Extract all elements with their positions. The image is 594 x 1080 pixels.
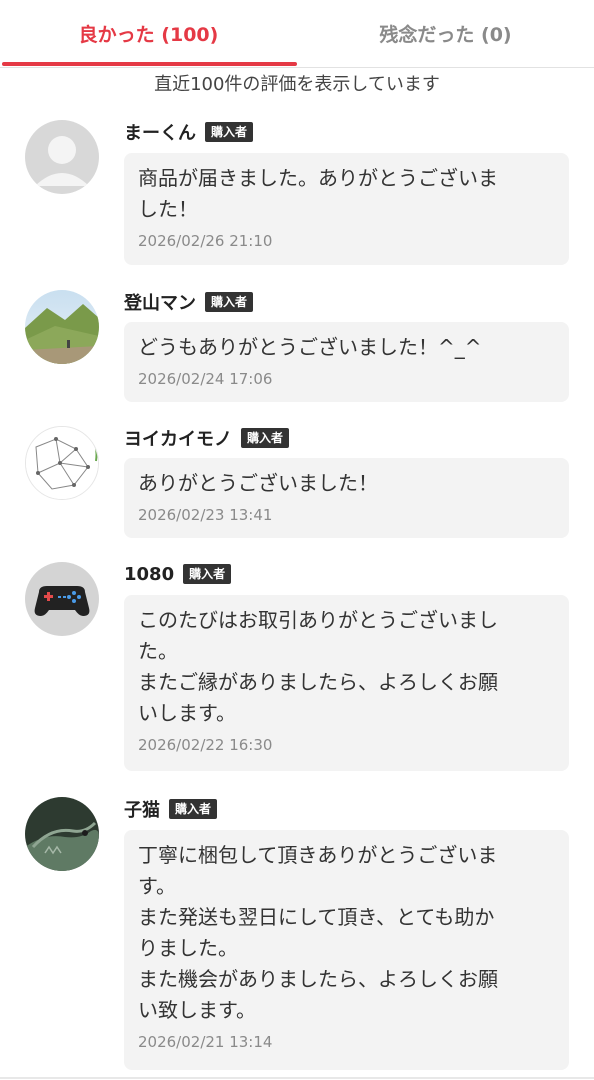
reviewer-row: ヨイカイモノ 購入者 bbox=[124, 425, 290, 451]
reviewer-name[interactable]: 1080 bbox=[124, 564, 174, 585]
review-bubble: どうもありがとうございました！^_^ 2026/02/24 17:06 bbox=[124, 322, 569, 402]
reviewer-name[interactable]: まーくん bbox=[124, 119, 196, 145]
review-message: 商品が届きました。ありがとうございま した！ bbox=[138, 166, 498, 221]
review-bubble: 丁寧に梱包して頂きありがとうございま す。 また発送も翌日にして頂き、とても助か… bbox=[124, 830, 569, 1070]
review-tabs: 良かった (100) 残念だった (0) bbox=[0, 0, 594, 68]
reviewer-name[interactable]: 登山マン bbox=[124, 289, 196, 315]
reviewer-name[interactable]: 子猫 bbox=[124, 796, 160, 822]
review-bubble: このたびはお取引ありがとうございまし た。 またご縁がありましたら、よろしくお願… bbox=[124, 595, 569, 771]
review-message: どうもありがとうございました！^_^ bbox=[138, 335, 482, 359]
review-date: 2026/02/26 21:10 bbox=[138, 232, 273, 250]
reviewer-row: まーくん 購入者 bbox=[124, 119, 254, 145]
active-tab-indicator bbox=[2, 62, 297, 66]
buyer-badge: 購入者 bbox=[241, 428, 290, 448]
reviewer-row: 1080 購入者 bbox=[124, 562, 232, 586]
tab-bad[interactable]: 残念だった (0) bbox=[297, 0, 594, 66]
buyer-badge: 購入者 bbox=[205, 122, 254, 142]
review-date: 2026/02/22 16:30 bbox=[138, 736, 273, 754]
default-user-icon[interactable] bbox=[25, 120, 99, 194]
network-sketch-avatar[interactable] bbox=[25, 426, 99, 500]
review-date: 2026/02/23 13:41 bbox=[138, 506, 273, 524]
review-message: このたびはお取引ありがとうございまし た。 またご縁がありましたら、よろしくお願… bbox=[138, 608, 498, 725]
reviewer-row: 子猫 購入者 bbox=[124, 796, 218, 822]
reviewer-name[interactable]: ヨイカイモノ bbox=[124, 425, 232, 451]
list-divider bbox=[0, 1077, 594, 1079]
review-bubble: 商品が届きました。ありがとうございま した！ 2026/02/26 21:10 bbox=[124, 153, 569, 265]
iguana-photo-avatar[interactable] bbox=[25, 797, 99, 871]
review-message: ありがとうございました！ bbox=[138, 471, 378, 495]
review-date: 2026/02/21 13:14 bbox=[138, 1033, 273, 1051]
reviewer-row: 登山マン 購入者 bbox=[124, 289, 254, 315]
mountain-photo-avatar[interactable] bbox=[25, 290, 99, 364]
review-count-notice: 直近100件の評価を表示しています bbox=[154, 74, 440, 95]
gamepad-icon[interactable] bbox=[25, 562, 99, 636]
buyer-badge: 購入者 bbox=[169, 799, 218, 819]
review-bubble: ありがとうございました！ 2026/02/23 13:41 bbox=[124, 458, 569, 538]
buyer-badge: 購入者 bbox=[183, 564, 232, 584]
review-message: 丁寧に梱包して頂きありがとうございま す。 また発送も翌日にして頂き、とても助か… bbox=[138, 843, 498, 1022]
tab-good[interactable]: 良かった (100) bbox=[0, 0, 297, 66]
review-date: 2026/02/24 17:06 bbox=[138, 370, 273, 388]
buyer-badge: 購入者 bbox=[205, 292, 254, 312]
